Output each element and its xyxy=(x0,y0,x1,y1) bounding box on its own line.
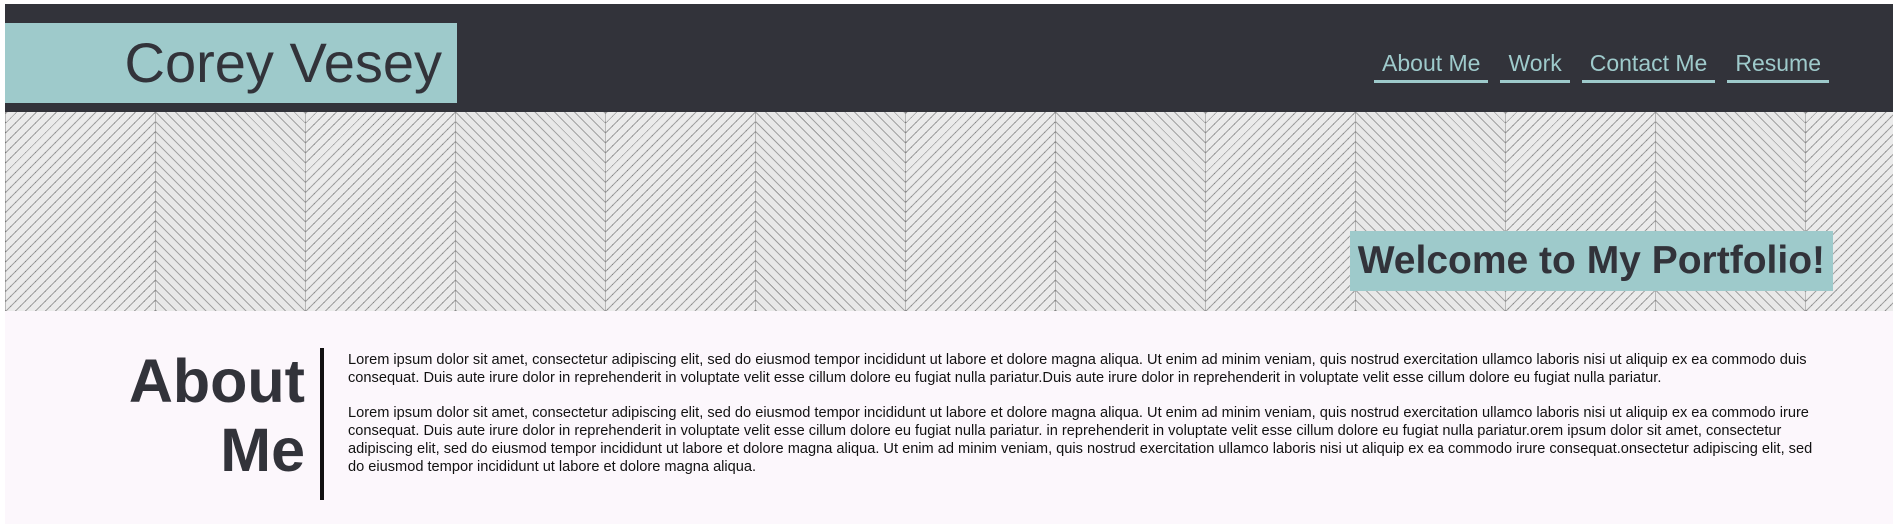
nav-link-about-me[interactable]: About Me xyxy=(1374,46,1489,83)
brand-name: Corey Vesey xyxy=(124,31,443,94)
about-body: Lorem ipsum dolor sit amet, consectetur … xyxy=(348,351,1828,493)
welcome-banner: Welcome to My Portfolio! xyxy=(1349,231,1833,291)
about-heading-line1: About xyxy=(128,347,305,415)
page: Corey Vesey About Me Work Contact Me Res… xyxy=(0,0,1899,524)
nav-link-resume[interactable]: Resume xyxy=(1727,46,1829,83)
site-header: Corey Vesey About Me Work Contact Me Res… xyxy=(5,4,1893,112)
hero-banner: Welcome to My Portfolio! xyxy=(5,112,1893,311)
nav-link-contact-me[interactable]: Contact Me xyxy=(1581,46,1716,83)
about-section: About Me Lorem ipsum dolor sit amet, con… xyxy=(5,311,1893,524)
about-paragraph-1: Lorem ipsum dolor sit amet, consectetur … xyxy=(348,352,1807,386)
welcome-heading: Welcome to My Portfolio! xyxy=(1357,239,1825,282)
about-paragraph-2: Lorem ipsum dolor sit amet, consectetur … xyxy=(348,405,1813,475)
brand-block[interactable]: Corey Vesey xyxy=(5,23,457,103)
section-divider xyxy=(320,348,324,500)
about-heading-line2: Me xyxy=(220,416,305,484)
main-nav: About Me Work Contact Me Resume xyxy=(1374,46,1829,83)
about-heading: About Me xyxy=(105,347,305,485)
page-frame: Corey Vesey About Me Work Contact Me Res… xyxy=(5,4,1893,524)
nav-link-work[interactable]: Work xyxy=(1500,46,1570,83)
